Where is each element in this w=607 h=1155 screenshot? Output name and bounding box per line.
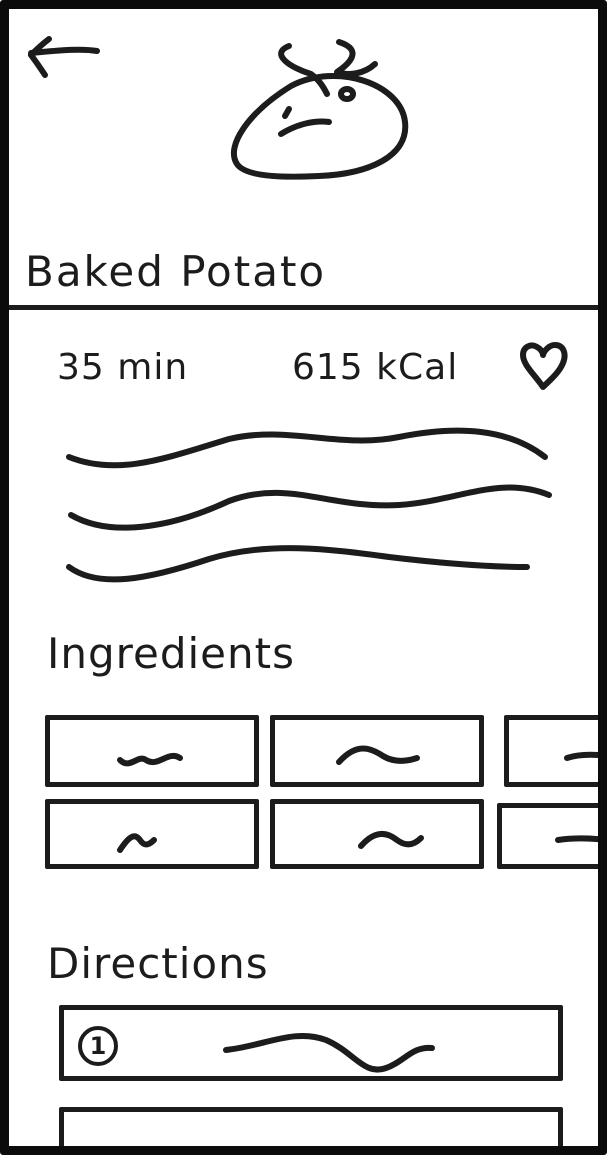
direction-step[interactable]: 1 [59, 1005, 563, 1081]
ingredient-placeholder [336, 745, 420, 765]
favorite-button[interactable] [517, 341, 569, 393]
header-divider [9, 305, 598, 310]
recipe-description [59, 419, 559, 599]
description-placeholder-lines [66, 427, 552, 583]
cook-time: 35 min [57, 347, 189, 388]
recipe-image [219, 34, 419, 189]
ingredients-heading: Ingredients [47, 629, 295, 678]
ingredient-card[interactable] [504, 715, 598, 787]
ingredient-placeholder [117, 753, 183, 767]
ingredient-card[interactable] [45, 715, 259, 787]
ingredient-card[interactable] [497, 803, 598, 869]
ingredient-card[interactable] [270, 799, 484, 869]
directions-heading: Directions [47, 939, 269, 988]
step-text-placeholder [223, 1032, 435, 1073]
potato-image-icon [230, 39, 409, 180]
ingredient-placeholder [117, 833, 157, 853]
ingredient-placeholder [564, 751, 598, 761]
back-button[interactable] [19, 31, 104, 86]
ingredient-card[interactable] [45, 799, 259, 869]
recipe-title: Baked Potato [25, 247, 327, 296]
calories: 615 kCal [292, 347, 459, 388]
ingredient-placeholder [555, 835, 598, 843]
direction-step[interactable] [59, 1107, 563, 1146]
recipe-screen: Baked Potato 35 min 615 kCal Ingredients [0, 0, 607, 1155]
heart-icon [520, 342, 568, 390]
arrow-left-icon [28, 36, 100, 78]
ingredient-placeholder [358, 831, 424, 849]
ingredient-card[interactable] [270, 715, 484, 787]
